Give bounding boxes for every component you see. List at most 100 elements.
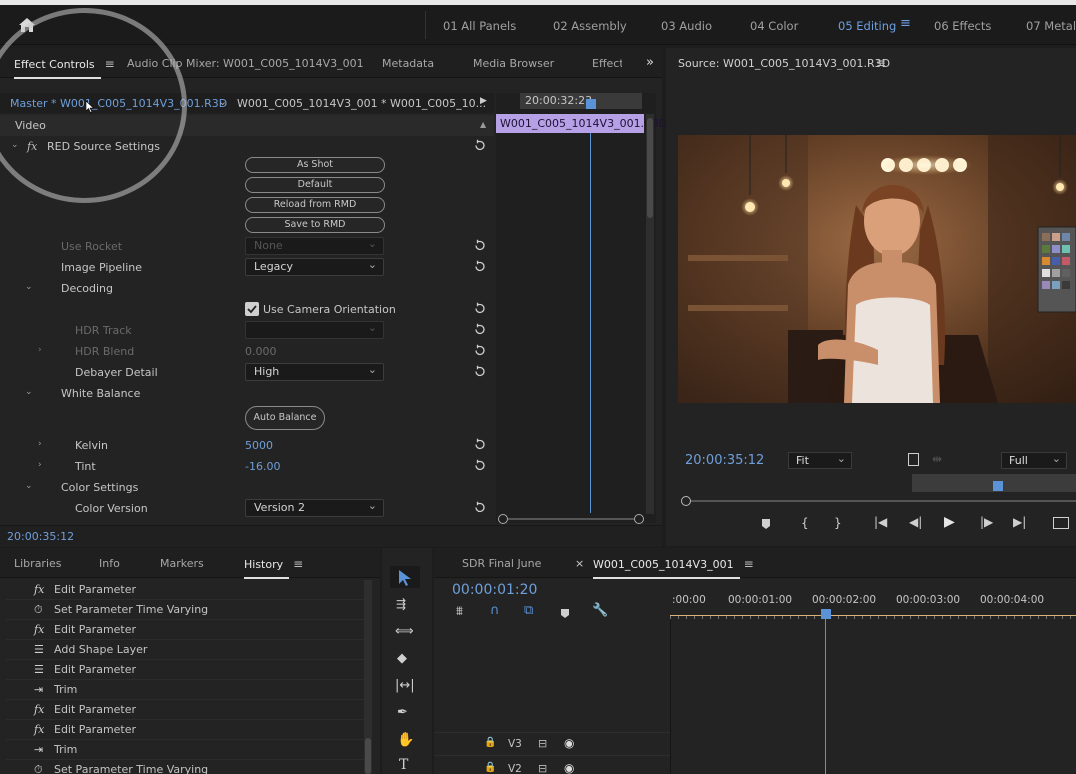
auto-balance-button[interactable]: Auto Balance [245, 406, 325, 430]
resolution-dropdown[interactable]: Full ⌄ [1001, 452, 1067, 469]
snap-icon[interactable]: ∩ [490, 603, 500, 618]
history-item[interactable]: ☰ Add Shape Layer [6, 640, 368, 660]
mini-zoom-bar[interactable] [498, 514, 644, 524]
debayer-dropdown[interactable]: High [245, 362, 384, 381]
sync-lock-icon[interactable]: ⊟ [538, 737, 547, 750]
history-item[interactable]: ⏱ Set Parameter Time Varying [6, 760, 368, 774]
history-item[interactable]: ☰ Edit Parameter [6, 660, 368, 680]
step-forward-icon[interactable]: |▶ [980, 515, 993, 529]
add-marker-icon[interactable] [560, 608, 570, 619]
chevron-right-icon[interactable]: › [38, 345, 42, 355]
tab-info[interactable]: Info [99, 557, 120, 570]
save-to-rmd-button[interactable]: Save to RMD [245, 217, 385, 233]
camera-orientation-checkbox[interactable] [245, 302, 259, 316]
pen-tool-icon[interactable]: ✒ [397, 705, 408, 720]
reset-icon[interactable] [473, 365, 486, 378]
track-select-tool-icon[interactable]: ⇶ [396, 597, 406, 611]
workspace-tab-metalogging[interactable]: 07 Metalo [1026, 19, 1076, 33]
time-ruler[interactable]: :00:00 00:00:01:00 00:00:02:00 00:00:03:… [670, 584, 1076, 620]
reset-icon[interactable] [473, 501, 486, 514]
chevron-right-icon[interactable]: › [38, 439, 42, 449]
history-item[interactable]: ⇥ Trim [6, 740, 368, 760]
razor-tool-icon[interactable]: ◆ [397, 651, 407, 666]
reset-icon[interactable] [473, 239, 486, 252]
chevron-down-icon[interactable]: ⌄ [25, 481, 33, 491]
eye-icon[interactable]: ◉ [564, 761, 574, 774]
color-version-dropdown[interactable]: Version 2 [245, 498, 384, 517]
tint-value[interactable]: -16.00 [245, 460, 280, 473]
kelvin-value[interactable]: 5000 [245, 439, 273, 452]
tab-markers[interactable]: Markers [160, 557, 204, 570]
panel-menu-icon[interactable]: ≡ [876, 56, 886, 70]
play-icon[interactable]: ▶ [944, 514, 955, 530]
footer-timecode[interactable]: 20:00:35:12 [7, 530, 74, 543]
source-video-frame[interactable] [678, 135, 1076, 403]
source-monitor-title[interactable]: Source: W001_C005_1014V3_001.R3D [678, 57, 890, 70]
chevron-down-icon[interactable]: ⌄ [218, 95, 227, 108]
marker-icon[interactable] [760, 518, 772, 530]
settings-icon[interactable] [908, 453, 919, 466]
workspace-tab-assembly[interactable]: 02 Assembly [553, 19, 627, 33]
linked-selection-icon[interactable]: ⧉ [524, 603, 533, 618]
reset-icon[interactable] [473, 260, 486, 273]
timeline-timecode[interactable]: 00:00:01:20 [452, 582, 537, 598]
insert-icon[interactable] [1053, 517, 1069, 529]
mini-playhead-handle[interactable] [586, 99, 596, 109]
step-back-icon[interactable]: ◀| [909, 515, 922, 529]
history-scrollbar[interactable] [364, 580, 372, 774]
history-item[interactable]: fx Edit Parameter [6, 620, 368, 640]
chevron-down-icon[interactable]: ⌄ [25, 282, 33, 292]
nest-icon[interactable]: ⩩ [456, 604, 463, 619]
workspace-tab-color[interactable]: 04 Color [750, 19, 798, 33]
close-icon[interactable]: × [575, 557, 584, 570]
tab-history[interactable]: History ≡ [244, 557, 303, 579]
workspace-tab-all-panels[interactable]: 01 All Panels [443, 19, 516, 33]
workspace-tab-editing[interactable]: 05 Editing [838, 19, 896, 33]
chevron-down-icon[interactable]: ⌄ [25, 387, 33, 397]
row-decoding[interactable]: ⌄ Decoding [0, 278, 494, 299]
panel-overflow-icon[interactable]: » [646, 55, 654, 70]
image-pipeline-dropdown[interactable]: Legacy [245, 257, 384, 276]
reset-icon[interactable] [473, 459, 486, 472]
reload-from-rmd-button[interactable]: Reload from RMD [245, 197, 385, 213]
drag-video-icon[interactable]: ⇹ [932, 452, 942, 466]
reset-icon[interactable] [473, 302, 486, 315]
selection-tool-icon[interactable] [398, 569, 412, 587]
history-item[interactable]: ⇥ Trim [6, 680, 368, 700]
scroll-up-icon[interactable]: ▲ [480, 120, 486, 129]
timeline-playhead-handle[interactable] [821, 609, 831, 619]
tab-media-browser[interactable]: Media Browser [473, 57, 554, 70]
play-triangle-icon[interactable]: ▶ [480, 96, 487, 106]
panel-menu-icon[interactable]: ≡ [293, 557, 303, 571]
fit-dropdown[interactable]: Fit ⌄ [788, 452, 852, 469]
ripple-edit-tool-icon[interactable]: ⟺ [395, 624, 414, 639]
workspace-tab-effects[interactable]: 06 Effects [934, 19, 991, 33]
tab-sequence-w001[interactable]: W001_C005_1014V3_001 ≡ [593, 557, 754, 579]
reset-icon[interactable] [473, 323, 486, 336]
history-item[interactable]: ⏱ Set Parameter Time Varying [6, 600, 368, 620]
tab-metadata[interactable]: Metadata [382, 57, 434, 70]
wrench-icon[interactable]: 🔧 [592, 603, 608, 618]
lock-icon[interactable]: 🔒 [484, 762, 496, 773]
row-white-balance[interactable]: ⌄ White Balance [0, 383, 494, 404]
mark-out-icon[interactable]: } [834, 516, 842, 530]
go-to-in-icon[interactable]: |◀ [874, 515, 887, 529]
history-item[interactable]: fx Edit Parameter [6, 720, 368, 740]
mark-in-icon[interactable]: { [801, 516, 809, 530]
source-playhead-handle[interactable] [993, 481, 1003, 491]
mini-scrollbar[interactable] [646, 114, 654, 514]
tab-libraries[interactable]: Libraries [14, 557, 62, 570]
history-item[interactable]: fx Edit Parameter [6, 700, 368, 720]
panel-menu-icon[interactable]: ≡ [744, 557, 754, 571]
tab-effects[interactable]: Effects [592, 57, 622, 70]
reset-icon[interactable] [473, 438, 486, 451]
history-item[interactable]: fx Edit Parameter [6, 580, 368, 600]
source-timecode[interactable]: 20:00:35:12 [685, 453, 764, 468]
sequence-clip-label[interactable]: W001_C005_1014V3_001 * W001_C005_10... [237, 97, 486, 110]
lock-icon[interactable]: 🔒 [484, 737, 496, 748]
default-button[interactable]: Default [245, 177, 385, 193]
row-color-settings[interactable]: ⌄ Color Settings [0, 477, 494, 498]
go-to-out-icon[interactable]: ▶| [1013, 515, 1026, 529]
reset-icon[interactable] [473, 344, 486, 357]
zoom-handle-left[interactable] [681, 496, 691, 506]
